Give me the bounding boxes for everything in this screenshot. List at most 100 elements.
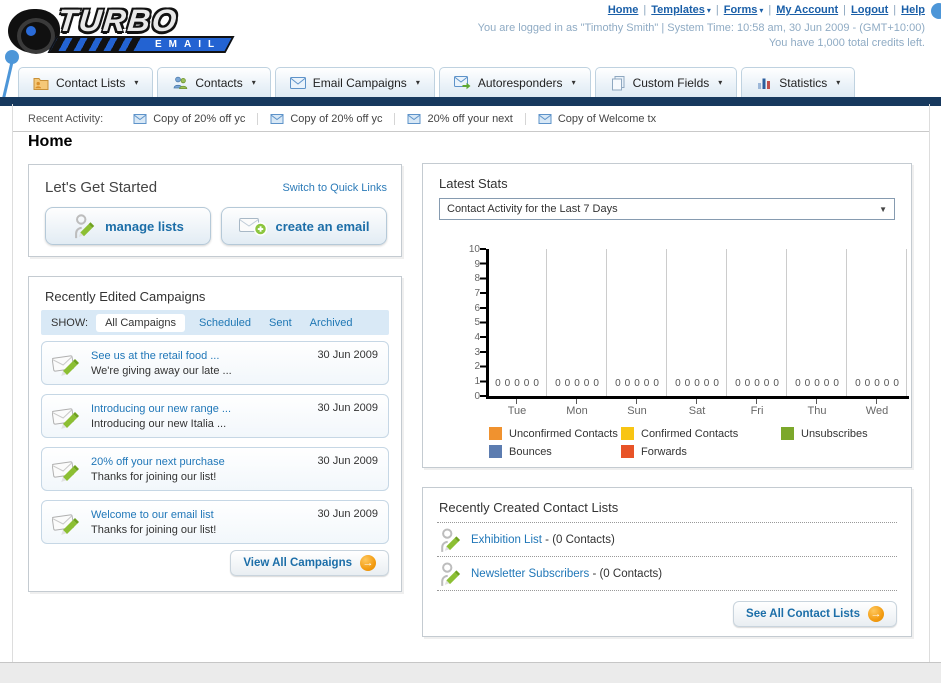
campaign-date: 30 Jun 2009 [317,349,378,361]
y-tick-label: 8 [474,273,480,284]
top-link-help[interactable]: Help [901,4,925,16]
recent-activity-label: Recent Activity: [28,112,104,125]
see-all-contact-lists-button[interactable]: See All Contact Lists → [733,601,897,627]
logo-bar: EMAIL [47,36,235,53]
top-link-templates[interactable]: Templates [651,4,705,16]
top-nav-links: Home | Templates ▾ | Forms ▾ | My Account | Logout… [608,4,925,16]
tab-label: Email Campaigns [312,75,407,90]
page-footer-strip [0,662,941,683]
divider [12,104,13,662]
legend-swatch [489,427,502,440]
campaign-row[interactable]: Introducing our new range ... Introducin… [41,394,389,438]
separator: | [893,4,897,16]
see-all-contact-lists-label: See All Contact Lists [746,608,860,620]
legend-item: Bounces [489,445,552,458]
envelope-arrow-icon [453,75,471,89]
day-label: Wed [865,405,889,417]
filter-archived[interactable]: Archived [310,317,353,329]
campaign-title-link[interactable]: 20% off your next purchase [91,456,225,468]
contact-list-count: - (0 Contacts) [545,534,615,546]
campaign-row[interactable]: See us at the retail food ... We're givi… [41,341,389,385]
top-link-my-account[interactable]: My Account [776,4,838,16]
view-all-campaigns-button[interactable]: View All Campaigns → [230,550,389,576]
recent-activity-item[interactable]: Copy of Welcome tx [524,112,668,125]
separator: | [643,4,647,16]
arrow-right-icon: → [360,555,376,571]
bar-chart-icon [758,78,771,89]
contact-list-count: - (0 Contacts) [592,568,663,580]
login-info: You are logged in as "Timothy Smith" | S… [478,21,925,51]
campaign-title-link[interactable]: See us at the retail food ... [91,350,219,362]
filter-scheduled[interactable]: Scheduled [199,317,251,329]
logo-stripes [50,38,144,51]
campaign-text: Welcome to our email list Thanks for joi… [91,507,317,537]
contacts-people-icon [173,76,188,89]
campaign-row[interactable]: Welcome to our email list Thanks for joi… [41,500,389,544]
separator: | [715,4,719,16]
campaign-text: Introducing our new range ... Introducin… [91,401,317,431]
campaign-date: 30 Jun 2009 [317,508,378,520]
contact-lists-title: Recently Created Contact Lists [439,500,619,515]
day-label: Mon [566,405,588,417]
latest-stats-panel: Latest Stats Contact Activity for the La… [422,163,912,468]
filter-sent[interactable]: Sent [269,317,292,329]
campaign-title-link[interactable]: Introducing our new range ... [91,403,231,415]
top-link-logout[interactable]: Logout [851,4,888,16]
legend-label: Unconfirmed Contacts [509,427,618,440]
recent-activity-text: Copy of Welcome tx [557,112,657,125]
envelope-pencil-icon [52,408,79,429]
y-tick-label: 0 [474,391,480,402]
campaign-row[interactable]: 20% off your next purchase Thanks for jo… [41,447,389,491]
separator: | [843,4,847,16]
tab-contacts[interactable]: Contacts ▾ [157,67,271,97]
campaign-list: See us at the retail food ... We're givi… [41,341,389,553]
legend-swatch [781,427,794,440]
switch-to-quick-links[interactable]: Switch to Quick Links [282,182,387,194]
day-values: 00000 [795,378,839,389]
x-axis-ticks [487,399,907,404]
recent-activity-item[interactable]: Copy of 20% off yc [121,113,257,125]
login-info-line: You are logged in as "Timothy Smith" | S… [477,22,925,34]
campaign-subtitle: Thanks for joining our list! [91,471,217,483]
day-label: Sat [688,405,706,417]
chart-gridlines [487,249,908,396]
stats-dropdown[interactable]: Contact Activity for the Last 7 Days ▼ [439,198,895,220]
campaign-subtitle: Introducing our new Italia ... [91,418,227,430]
divider [929,104,930,662]
folder-contact-icon [33,78,49,90]
day-label: Sun [627,405,647,417]
person-pencil-icon [441,562,461,586]
zero-value-labels: 00000 00000 00000 00000 00000 00000 0000… [487,378,907,389]
campaign-subtitle: We're giving away our late ... [91,365,232,377]
legend-swatch [621,427,634,440]
credits-info-line: You have 1,000 total credits left. [768,37,925,49]
recent-activity-item[interactable]: Copy of 20% off yc [257,112,394,125]
legend-label: Forwards [641,445,687,458]
campaign-title-link[interactable]: Welcome to our email list [91,509,214,521]
campaign-text: See us at the retail food ... We're givi… [91,348,317,378]
tab-email-campaigns[interactable]: Email Campaigns ▾ [274,67,435,97]
tab-statistics[interactable]: Statistics ▾ [741,67,856,97]
tab-contact-lists[interactable]: Contact Lists ▾ [18,67,154,97]
day-values: 00000 [855,378,899,389]
chevron-down-icon: ▾ [134,78,139,87]
contact-list-link[interactable]: Newsletter Subscribers [471,568,589,580]
tab-autoresponders[interactable]: Autoresponders ▾ [438,67,591,97]
chevron-down-icon: ▾ [251,78,256,87]
manage-lists-button[interactable]: manage lists [45,207,211,245]
create-email-label: create an email [275,218,370,234]
campaign-date: 30 Jun 2009 [317,402,378,414]
tab-label: Autoresponders [477,75,563,90]
legend-label: Confirmed Contacts [641,427,739,440]
tab-custom-fields[interactable]: Custom Fields ▾ [594,67,738,97]
top-link-home[interactable]: Home [608,4,639,16]
y-tick-label: 2 [474,361,480,372]
recent-activity-item[interactable]: 20% off your next [394,112,524,125]
create-email-button[interactable]: create an email [221,207,387,245]
top-link-forms[interactable]: Forms [724,4,758,16]
envelope-pencil-icon [52,461,79,482]
contact-list-link[interactable]: Exhibition List [471,534,542,546]
filter-all-campaigns[interactable]: All Campaigns [96,313,185,332]
chevron-down-icon: ▾ [571,78,576,87]
envelope-icon [538,113,552,124]
